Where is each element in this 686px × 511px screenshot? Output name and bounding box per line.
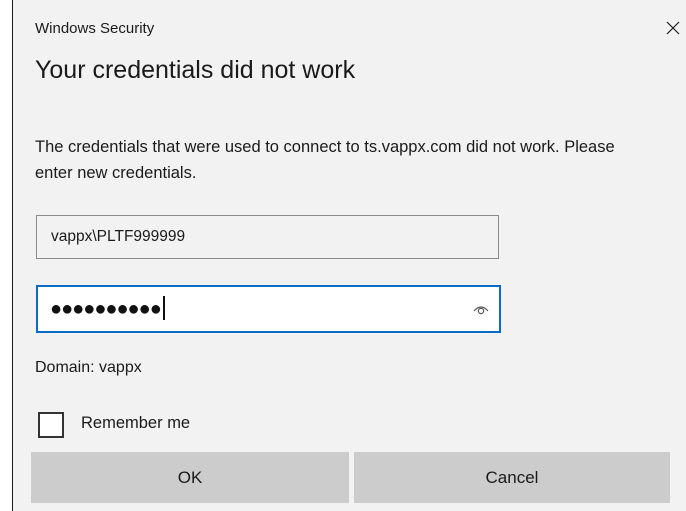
dialog-heading: Your credentials did not work	[35, 56, 356, 84]
password-field[interactable]: ●●●●●●●●●●	[36, 285, 501, 333]
password-dots-text: ●●●●●●●●●●	[50, 298, 162, 320]
credentials-dialog: Windows Security Your credentials did no…	[12, 0, 686, 511]
close-icon-glyph	[666, 21, 680, 35]
eye-icon[interactable]	[472, 302, 490, 316]
dialog-message: The credentials that were used to connec…	[35, 138, 615, 182]
close-icon[interactable]	[661, 14, 685, 42]
app-title: Windows Security	[35, 20, 155, 37]
cancel-button[interactable]: Cancel	[354, 452, 670, 503]
remember-me-label[interactable]: Remember me	[81, 414, 190, 433]
remember-me-checkbox[interactable]	[38, 412, 64, 438]
ok-button[interactable]: OK	[31, 452, 349, 503]
password-masked-value: ●●●●●●●●●●	[50, 295, 165, 322]
username-field[interactable]	[36, 215, 499, 259]
text-caret	[162, 295, 165, 320]
domain-label: Domain: vappx	[35, 359, 142, 376]
